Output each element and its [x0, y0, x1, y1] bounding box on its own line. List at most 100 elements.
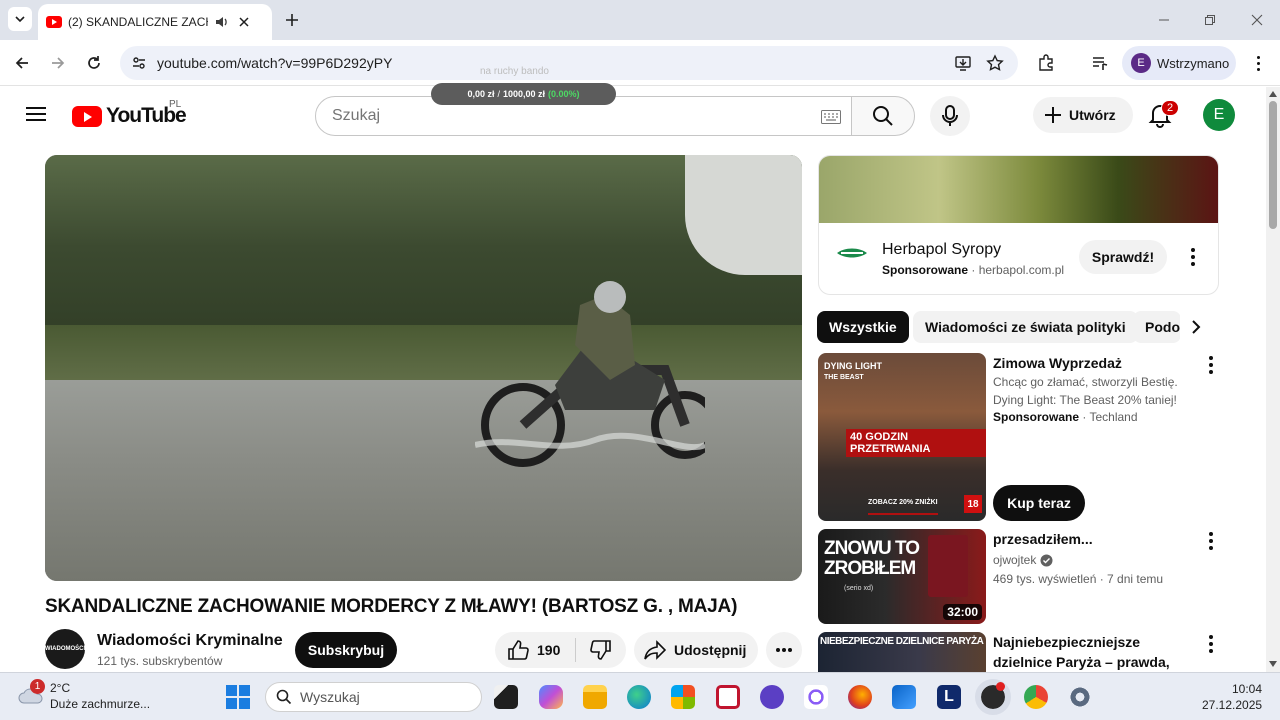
subscribe-button[interactable]: Subskrybuj [295, 632, 397, 668]
url-text[interactable]: youtube.com/watch?v=99P6D292yPY [157, 55, 392, 71]
donation-goal-overlay: 0,00 zł / 1000,00 zł (0.00%) [431, 83, 616, 105]
profile-button[interactable]: E Wstrzymano [1122, 46, 1236, 80]
mcafee-icon[interactable] [716, 685, 740, 709]
thumb-text-line1: ZNOWU TO [824, 538, 920, 559]
scrollbar-thumb[interactable] [1269, 101, 1277, 229]
taskbar-search[interactable]: Wyszukaj [265, 682, 482, 712]
browser-toolbar: youtube.com/watch?v=99P6D292yPY E Wstrzy… [0, 40, 1280, 86]
task-view-icon[interactable] [494, 685, 518, 709]
more-actions-button[interactable] [766, 632, 802, 668]
extensions-button[interactable] [1034, 51, 1058, 75]
close-window-button[interactable] [1247, 10, 1267, 30]
user-avatar[interactable]: E [1203, 99, 1235, 131]
ad-title[interactable]: Herbapol Syropy [882, 241, 1001, 259]
bookmark-star-icon[interactable] [985, 53, 1005, 73]
keyboard-icon[interactable] [821, 110, 841, 124]
ad-thumbnail[interactable]: DYING LIGHT THE BEAST 40 GODZIN PRZETRWA… [818, 353, 986, 521]
restore-button[interactable] [1200, 10, 1220, 30]
media-control-button[interactable] [1088, 51, 1112, 75]
video-thumbnail[interactable]: ZNOWU TO ZROBIŁEM (serio xd) 32:00 [818, 529, 986, 624]
thumb-text-line1: NIEBEZPIECZNE DZIELNICE PARYŻA [820, 636, 984, 647]
rec-title[interactable]: Najniebezpieczniejsze dzielnice Paryża –… [993, 632, 1193, 672]
speaker-icon[interactable] [214, 14, 230, 30]
like-dislike-group: 190 [495, 632, 626, 668]
chip-politics[interactable]: Wiadomości ze świata polityki [913, 311, 1138, 343]
browser-tab[interactable]: (2) SKANDALICZNE ZACHOWANIE MORDERCY Z M… [38, 4, 272, 40]
outlook-icon[interactable] [892, 685, 916, 709]
like-button[interactable]: 190 [495, 632, 575, 668]
channel-name[interactable]: Wiadomości Kryminalne [97, 632, 283, 650]
minimize-button[interactable] [1154, 10, 1174, 30]
youtube-favicon-icon [46, 16, 62, 28]
video-title: SKANDALICZNE ZACHOWANIE MORDERCY Z MŁAWY… [45, 596, 738, 617]
rec-more-icon[interactable] [1199, 529, 1223, 553]
microsoft-store-icon[interactable] [671, 685, 695, 709]
thumb-text-line2: ZROBIŁEM [824, 558, 916, 579]
dislike-button[interactable] [576, 632, 626, 668]
rec-title[interactable]: Zimowa Wyprzedaż [993, 353, 1193, 373]
buy-now-button[interactable]: Kup teraz [993, 485, 1085, 521]
site-settings-icon[interactable] [128, 52, 150, 74]
chrome-icon[interactable] [1024, 685, 1048, 709]
windows-start-icon[interactable] [226, 685, 250, 709]
l-app-icon[interactable]: L [937, 685, 961, 709]
tab-search-button[interactable] [8, 7, 32, 31]
reload-icon [88, 56, 100, 69]
scroll-up-arrow-icon[interactable] [1269, 91, 1277, 97]
page-scrollbar[interactable] [1266, 87, 1280, 672]
age-rating-badge: 18 [964, 495, 982, 513]
chips-next-button[interactable] [1180, 311, 1212, 343]
chip-all[interactable]: Wszystkie [817, 311, 909, 343]
herbapol-logo-icon [837, 248, 867, 258]
overlay-value-right: 1000,00 zł [502, 89, 546, 99]
install-app-icon[interactable] [953, 53, 973, 73]
rec-channel[interactable]: ojwojtek [993, 551, 1036, 569]
share-button[interactable]: Udostępnij [634, 632, 758, 668]
close-icon [239, 17, 249, 27]
forward-button[interactable] [46, 51, 70, 75]
region-code: PL [169, 99, 182, 110]
motorcycle-rider-image [475, 281, 705, 467]
rec-more-icon[interactable] [1199, 353, 1223, 377]
edge-icon[interactable] [627, 685, 651, 709]
browser-menu-button[interactable] [1246, 51, 1270, 75]
clock-date[interactable]: 27.12.2025 [1202, 698, 1262, 712]
search-icon [873, 106, 893, 126]
share-icon [644, 640, 666, 660]
new-tab-button[interactable] [282, 10, 302, 30]
search-button[interactable] [851, 96, 915, 136]
ad-more-icon[interactable] [1181, 245, 1205, 269]
rec-more-icon[interactable] [1199, 632, 1223, 656]
menu-icon[interactable] [24, 103, 48, 127]
chip-related[interactable]: Podobne [1133, 311, 1181, 343]
copilot-icon[interactable] [539, 685, 563, 709]
restore-icon [1205, 15, 1215, 25]
rec-stats: 469 tys. wyświetleń · 7 dni temu [993, 572, 1164, 586]
arrow-left-icon [15, 57, 28, 69]
video-thumbnail[interactable]: NIEBEZPIECZNE DZIELNICE PARYŻA [818, 632, 986, 672]
profile-status: Wstrzymano [1157, 55, 1230, 71]
channel-avatar[interactable]: WIADOMOŚCI [45, 629, 85, 669]
search-input[interactable] [332, 107, 792, 125]
ai-app-icon[interactable] [804, 685, 828, 709]
rec-title[interactable]: przesadziłem... [993, 529, 1193, 549]
youtube-play-icon [72, 105, 102, 127]
scroll-down-arrow-icon[interactable] [1269, 661, 1277, 667]
voice-search-button[interactable] [930, 96, 970, 136]
sponsored-ad-card[interactable]: Herbapol Syropy Sponsorowane · herbapol.… [818, 155, 1219, 295]
vpn-app-icon[interactable] [760, 685, 784, 709]
create-button[interactable]: Utwórz [1033, 97, 1133, 133]
file-explorer-icon[interactable] [583, 685, 607, 709]
weather-temperature[interactable]: 2°C [50, 681, 70, 695]
tab-title: (2) SKANDALICZNE ZACHOWANIE MORDERCY Z M… [68, 15, 208, 29]
back-button[interactable] [10, 51, 34, 75]
reload-button[interactable] [82, 51, 106, 75]
clock-time[interactable]: 10:04 [1232, 682, 1262, 696]
video-player[interactable] [45, 155, 802, 581]
settings-gear-icon[interactable] [1068, 685, 1092, 709]
firefox-icon[interactable] [848, 685, 872, 709]
address-bar[interactable]: youtube.com/watch?v=99P6D292yPY [120, 46, 1018, 80]
ad-cta-button[interactable]: Sprawdź! [1079, 240, 1167, 274]
close-icon [1251, 14, 1263, 26]
tab-close-button[interactable] [236, 14, 252, 30]
